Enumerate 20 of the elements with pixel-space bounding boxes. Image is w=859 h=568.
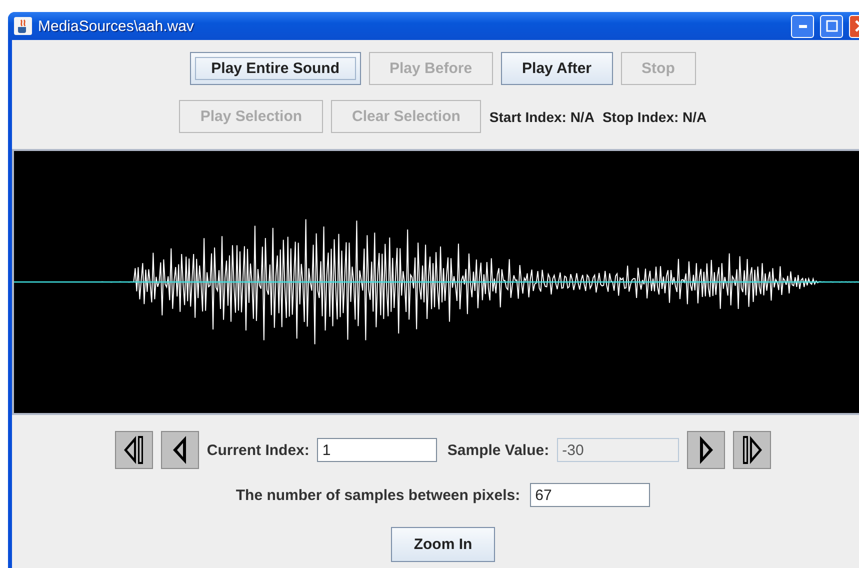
current-index-label: Current Index: xyxy=(206,442,310,458)
index-label: Stop Index: N/A xyxy=(602,108,707,124)
step-forward-icon[interactable] xyxy=(687,431,726,469)
skip-to-start-icon[interactable] xyxy=(114,431,153,469)
minimize-icon[interactable] xyxy=(798,24,806,28)
samples-between-pixels-field[interactable]: 67 xyxy=(530,483,650,507)
skip-to-end-icon[interactable] xyxy=(733,431,772,469)
index-label: Start Index: N/A xyxy=(489,108,594,124)
zoom-in-button[interactable]: Zoom In xyxy=(390,527,496,562)
window-title: MediaSources\aah.wav xyxy=(38,18,195,34)
minimize-button[interactable] xyxy=(791,14,814,38)
maximize-button[interactable] xyxy=(820,14,843,38)
playback-button[interactable]: Play After xyxy=(501,52,613,85)
sample-value-label: Sample Value: xyxy=(447,442,550,458)
playback-button[interactable]: Play Entire Sound xyxy=(190,52,360,85)
samples-between-pixels-label: The number of samples between pixels: xyxy=(236,486,520,504)
maximize-icon[interactable] xyxy=(826,20,838,32)
current-index-field[interactable]: 1 xyxy=(317,438,438,462)
java-cup-icon xyxy=(14,17,32,35)
step-back-icon[interactable] xyxy=(160,431,199,469)
